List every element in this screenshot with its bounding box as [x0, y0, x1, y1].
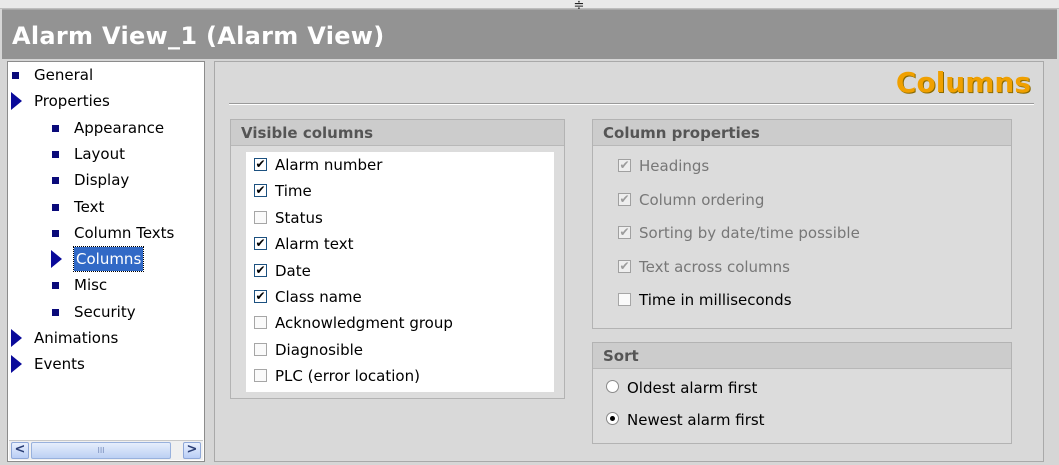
tree-item-label: Misc [74, 276, 108, 295]
checkbox-label: Status [275, 208, 323, 227]
column-properties-group: Column properties ✔ Headings ✔ Column order… [592, 119, 1012, 329]
radio-newest-alarm-first[interactable] [606, 412, 619, 425]
tree-item-events[interactable]: Events [8, 352, 198, 376]
tree-item-label: General [34, 66, 94, 84]
bullet-icon [52, 177, 59, 185]
tree-item-label: Column Texts [74, 223, 175, 242]
checkbox-label: Date [275, 261, 311, 280]
expand-arrow-icon [11, 329, 22, 347]
checkbox-time[interactable]: ✔ [254, 184, 267, 198]
tree-item-label: Columns [72, 246, 145, 273]
tree-item-label: Layout [74, 144, 125, 163]
checkbox-label: Time in milliseconds [639, 291, 792, 309]
tree-item-misc[interactable]: Misc [48, 273, 198, 297]
checkbox-label: Alarm text [275, 235, 354, 254]
visible-columns-group: Visible columns ✔ Alarm number ✔ Time Status… [230, 119, 565, 399]
tree-item-columns[interactable]: Columns [48, 246, 198, 273]
sort-title: Sort [593, 343, 1011, 369]
checkbox-time-in-milliseconds[interactable] [618, 293, 631, 306]
radio-oldest-alarm-first[interactable] [606, 380, 619, 393]
column-properties-list: ✔ Headings ✔ Column ordering ✔ Sorting by dat… [610, 152, 1000, 322]
tree-item-label: Events [34, 355, 85, 374]
tree-item-general[interactable]: General [8, 63, 198, 87]
heading-divider [229, 103, 1034, 105]
scroll-thumb[interactable]: III [31, 442, 171, 459]
tree-item-layout[interactable]: Layout [48, 142, 198, 166]
column-properties-title: Column properties [593, 120, 1011, 146]
checkbox-sorting-by-date-time-possible: ✔ [618, 225, 631, 239]
checkbox-label: PLC (error location) [275, 367, 420, 386]
checkbox-column-ordering: ✔ [618, 191, 631, 206]
bullet-icon [52, 308, 59, 316]
bullet-icon [52, 282, 59, 290]
scroll-left-button[interactable]: < [11, 442, 29, 459]
tree-item-animations[interactable]: Animations [8, 326, 198, 350]
tree-item-column-texts[interactable]: Column Texts [48, 221, 198, 245]
checkbox-label: Sorting by date/time possible [639, 224, 860, 242]
checkbox-label: Text across columns [639, 257, 790, 276]
property-tree: General Properties Appearance Layout Display… [7, 61, 205, 462]
alarm-view-properties-window: ≑ Alarm View_1 (Alarm View) General Prope… [0, 0, 1059, 465]
tree-item-text[interactable]: Text [48, 195, 198, 219]
checkbox-alarm-number[interactable]: ✔ [254, 158, 267, 171]
checkbox-label: Time [275, 182, 312, 201]
bullet-icon [52, 124, 59, 132]
checkbox-class-name[interactable]: ✔ [254, 290, 267, 303]
expand-arrow-icon [11, 355, 22, 374]
columns-panel: Columns Visible columns ✔ Alarm number ✔ Ti… [214, 61, 1044, 462]
visible-columns-list: ✔ Alarm number ✔ Time Status ✔ Alarm text ✔ Date… [246, 152, 554, 392]
top-strip [0, 0, 1059, 9]
window-title: Alarm View_1 (Alarm View) [12, 22, 385, 50]
tree-item-label: Properties [34, 92, 110, 111]
sort-options: Oldest alarm first Newest alarm first [606, 375, 996, 440]
checkbox-text-across-columns: ✔ [618, 258, 631, 273]
expand-arrow-icon [11, 92, 22, 111]
bullet-icon [12, 72, 19, 79]
tree-item-label: Animations [34, 329, 119, 347]
checkbox-label: Acknowledgment group [275, 314, 453, 333]
checkbox-label: Headings [639, 157, 710, 175]
checkbox-diagnosible[interactable] [254, 342, 267, 356]
bullet-icon [52, 150, 59, 158]
tree-item-display[interactable]: Display [48, 168, 198, 192]
checkbox-date[interactable]: ✔ [254, 263, 267, 277]
visible-columns-title: Visible columns [231, 120, 564, 146]
tree-horizontal-scrollbar[interactable]: < III > [9, 440, 203, 460]
checkbox-label: Alarm number [275, 156, 383, 174]
tree-item-label: Appearance [74, 118, 165, 137]
tree-item-properties[interactable]: Properties [8, 89, 198, 113]
tree-item-label: Security [74, 302, 136, 321]
checkbox-label: Class name [275, 288, 362, 306]
checkbox-plc-error-location[interactable] [254, 369, 267, 383]
radio-label: Oldest alarm first [627, 379, 758, 397]
bullet-icon [52, 203, 59, 211]
radio-label: Newest alarm first [627, 411, 765, 429]
sort-group: Sort Oldest alarm first Newest alarm firs… [592, 342, 1012, 444]
scroll-right-button[interactable]: > [183, 442, 201, 459]
checkbox-alarm-text[interactable]: ✔ [254, 237, 267, 251]
checkbox-label: Diagnosible [275, 340, 364, 359]
checkbox-label: Column ordering [639, 190, 765, 209]
panel-heading: Columns [895, 66, 1031, 99]
checkbox-status[interactable] [254, 210, 267, 224]
title-bar: Alarm View_1 (Alarm View) [2, 9, 1057, 59]
checkbox-headings: ✔ [618, 158, 631, 172]
checkbox-acknowledgment-group[interactable] [254, 316, 267, 330]
selected-arrow-icon [51, 250, 62, 269]
bullet-icon [52, 229, 59, 237]
tree-item-appearance[interactable]: Appearance [48, 116, 198, 140]
tree-item-label: Text [74, 197, 105, 216]
tree-item-security[interactable]: Security [48, 300, 198, 324]
tree-item-label: Display [74, 171, 130, 190]
